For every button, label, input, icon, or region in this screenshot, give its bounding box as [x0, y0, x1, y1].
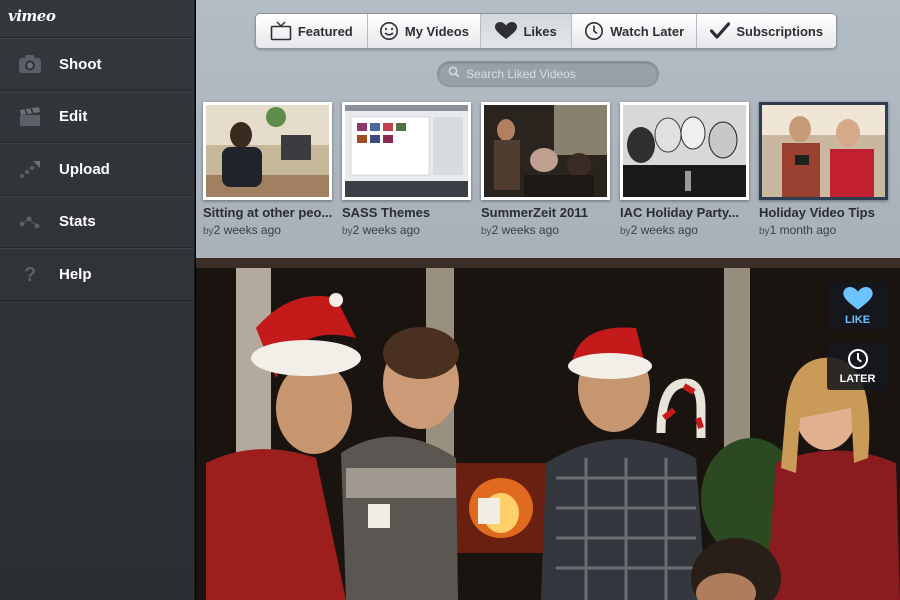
tab-label: Featured [297, 23, 353, 39]
sidebar-item-label: Stats [59, 213, 96, 231]
search-bar [437, 61, 659, 87]
watch-later-button[interactable]: LATER [827, 342, 888, 390]
video-meta: by2 weeks ago [481, 223, 612, 237]
smiley-icon [379, 21, 399, 41]
video-thumbnail-image[interactable] [481, 102, 610, 200]
sidebar-item-label: Edit [59, 108, 88, 126]
video-frame-image [196, 258, 900, 600]
video-by-label: by [203, 226, 214, 237]
video-thumbnail-image[interactable] [342, 102, 471, 200]
video-title: SASS Themes [342, 205, 431, 220]
video-title: Holiday Video Tips [759, 205, 875, 220]
video-title: SummerZeit 2011 [481, 205, 588, 220]
clock-icon [584, 21, 604, 41]
like-label: LIKE [844, 313, 871, 326]
video-by-label: by [759, 226, 770, 237]
question-icon: ? [18, 263, 42, 285]
liked-videos-list: Sitting at other peo... by2 weeks ago SA… [203, 102, 900, 252]
sidebar-item-edit[interactable]: Edit [0, 90, 194, 143]
sidebar-item-upload[interactable]: Upload [0, 143, 194, 196]
video-age: 2 weeks ago [630, 223, 698, 237]
vimeo-logo[interactable]: vimeo [0, 0, 194, 38]
video-player[interactable]: LIKE LATER [196, 258, 900, 600]
video-thumbnail-item[interactable]: Holiday Video Tips by1 month ago [759, 102, 890, 237]
video-meta: by2 weeks ago [620, 223, 751, 237]
like-button[interactable]: LIKE [827, 282, 888, 330]
tab-likes[interactable]: Likes [481, 14, 572, 48]
heart-icon [842, 286, 873, 314]
category-tabs: Featured My Videos Likes Watch Later Sub… [255, 13, 837, 49]
heart-icon [495, 22, 518, 40]
video-title: IAC Holiday Party... [620, 205, 739, 220]
tab-watch-later[interactable]: Watch Later [572, 14, 698, 48]
video-age: 1 month ago [769, 223, 837, 237]
video-thumbnail-image[interactable] [203, 102, 332, 200]
video-title: Sitting at other peo... [203, 205, 333, 220]
video-by-label: by [620, 226, 631, 237]
sidebar-item-label: Upload [59, 160, 110, 178]
video-thumbnail-item[interactable]: Sitting at other peo... by2 weeks ago [203, 102, 334, 237]
stats-dots-icon [18, 211, 42, 233]
video-by-label: by [481, 226, 492, 237]
sidebar-item-label: Help [59, 265, 92, 283]
tab-label: Likes [523, 23, 557, 39]
tab-featured[interactable]: Featured [256, 14, 368, 48]
tab-label: Watch Later [610, 23, 685, 39]
video-thumbnail-item[interactable]: SASS Themes by2 weeks ago [342, 102, 473, 237]
video-meta: by2 weeks ago [203, 223, 334, 237]
clapperboard-icon [18, 106, 42, 128]
video-age: 2 weeks ago [213, 223, 281, 237]
video-age: 2 weeks ago [352, 223, 420, 237]
upload-arrow-icon [18, 158, 42, 180]
sidebar-item-help[interactable]: ? Help [0, 248, 194, 301]
search-icon [448, 65, 460, 83]
later-label: LATER [839, 372, 876, 385]
video-thumbnail-item[interactable]: IAC Holiday Party... by2 weeks ago [620, 102, 751, 237]
tab-subscriptions[interactable]: Subscriptions [697, 14, 836, 48]
sidebar-item-shoot[interactable]: Shoot [0, 38, 194, 91]
video-by-label: by [342, 226, 353, 237]
search-input[interactable] [466, 67, 646, 81]
clock-icon [847, 348, 869, 373]
camera-icon [18, 53, 42, 75]
sidebar-item-stats[interactable]: Stats [0, 195, 194, 248]
video-age: 2 weeks ago [491, 223, 559, 237]
sidebar-item-label: Shoot [59, 55, 102, 73]
video-meta: by1 month ago [759, 223, 890, 237]
browse-header: Featured My Videos Likes Watch Later Sub… [196, 0, 900, 258]
video-thumbnail-item[interactable]: SummerZeit 2011 by2 weeks ago [481, 102, 612, 237]
svg-text:?: ? [24, 264, 36, 285]
tab-label: My Videos [404, 23, 469, 39]
tv-icon [270, 21, 292, 41]
checkmark-icon [710, 22, 731, 40]
tab-label: Subscriptions [736, 23, 824, 39]
sidebar: vimeo Shoot Edit Upload Stats ? Help [0, 0, 195, 600]
video-thumbnail-image[interactable] [620, 102, 749, 200]
video-meta: by2 weeks ago [342, 223, 473, 237]
video-thumbnail-image[interactable] [759, 102, 888, 200]
tab-my-videos[interactable]: My Videos [368, 14, 482, 48]
